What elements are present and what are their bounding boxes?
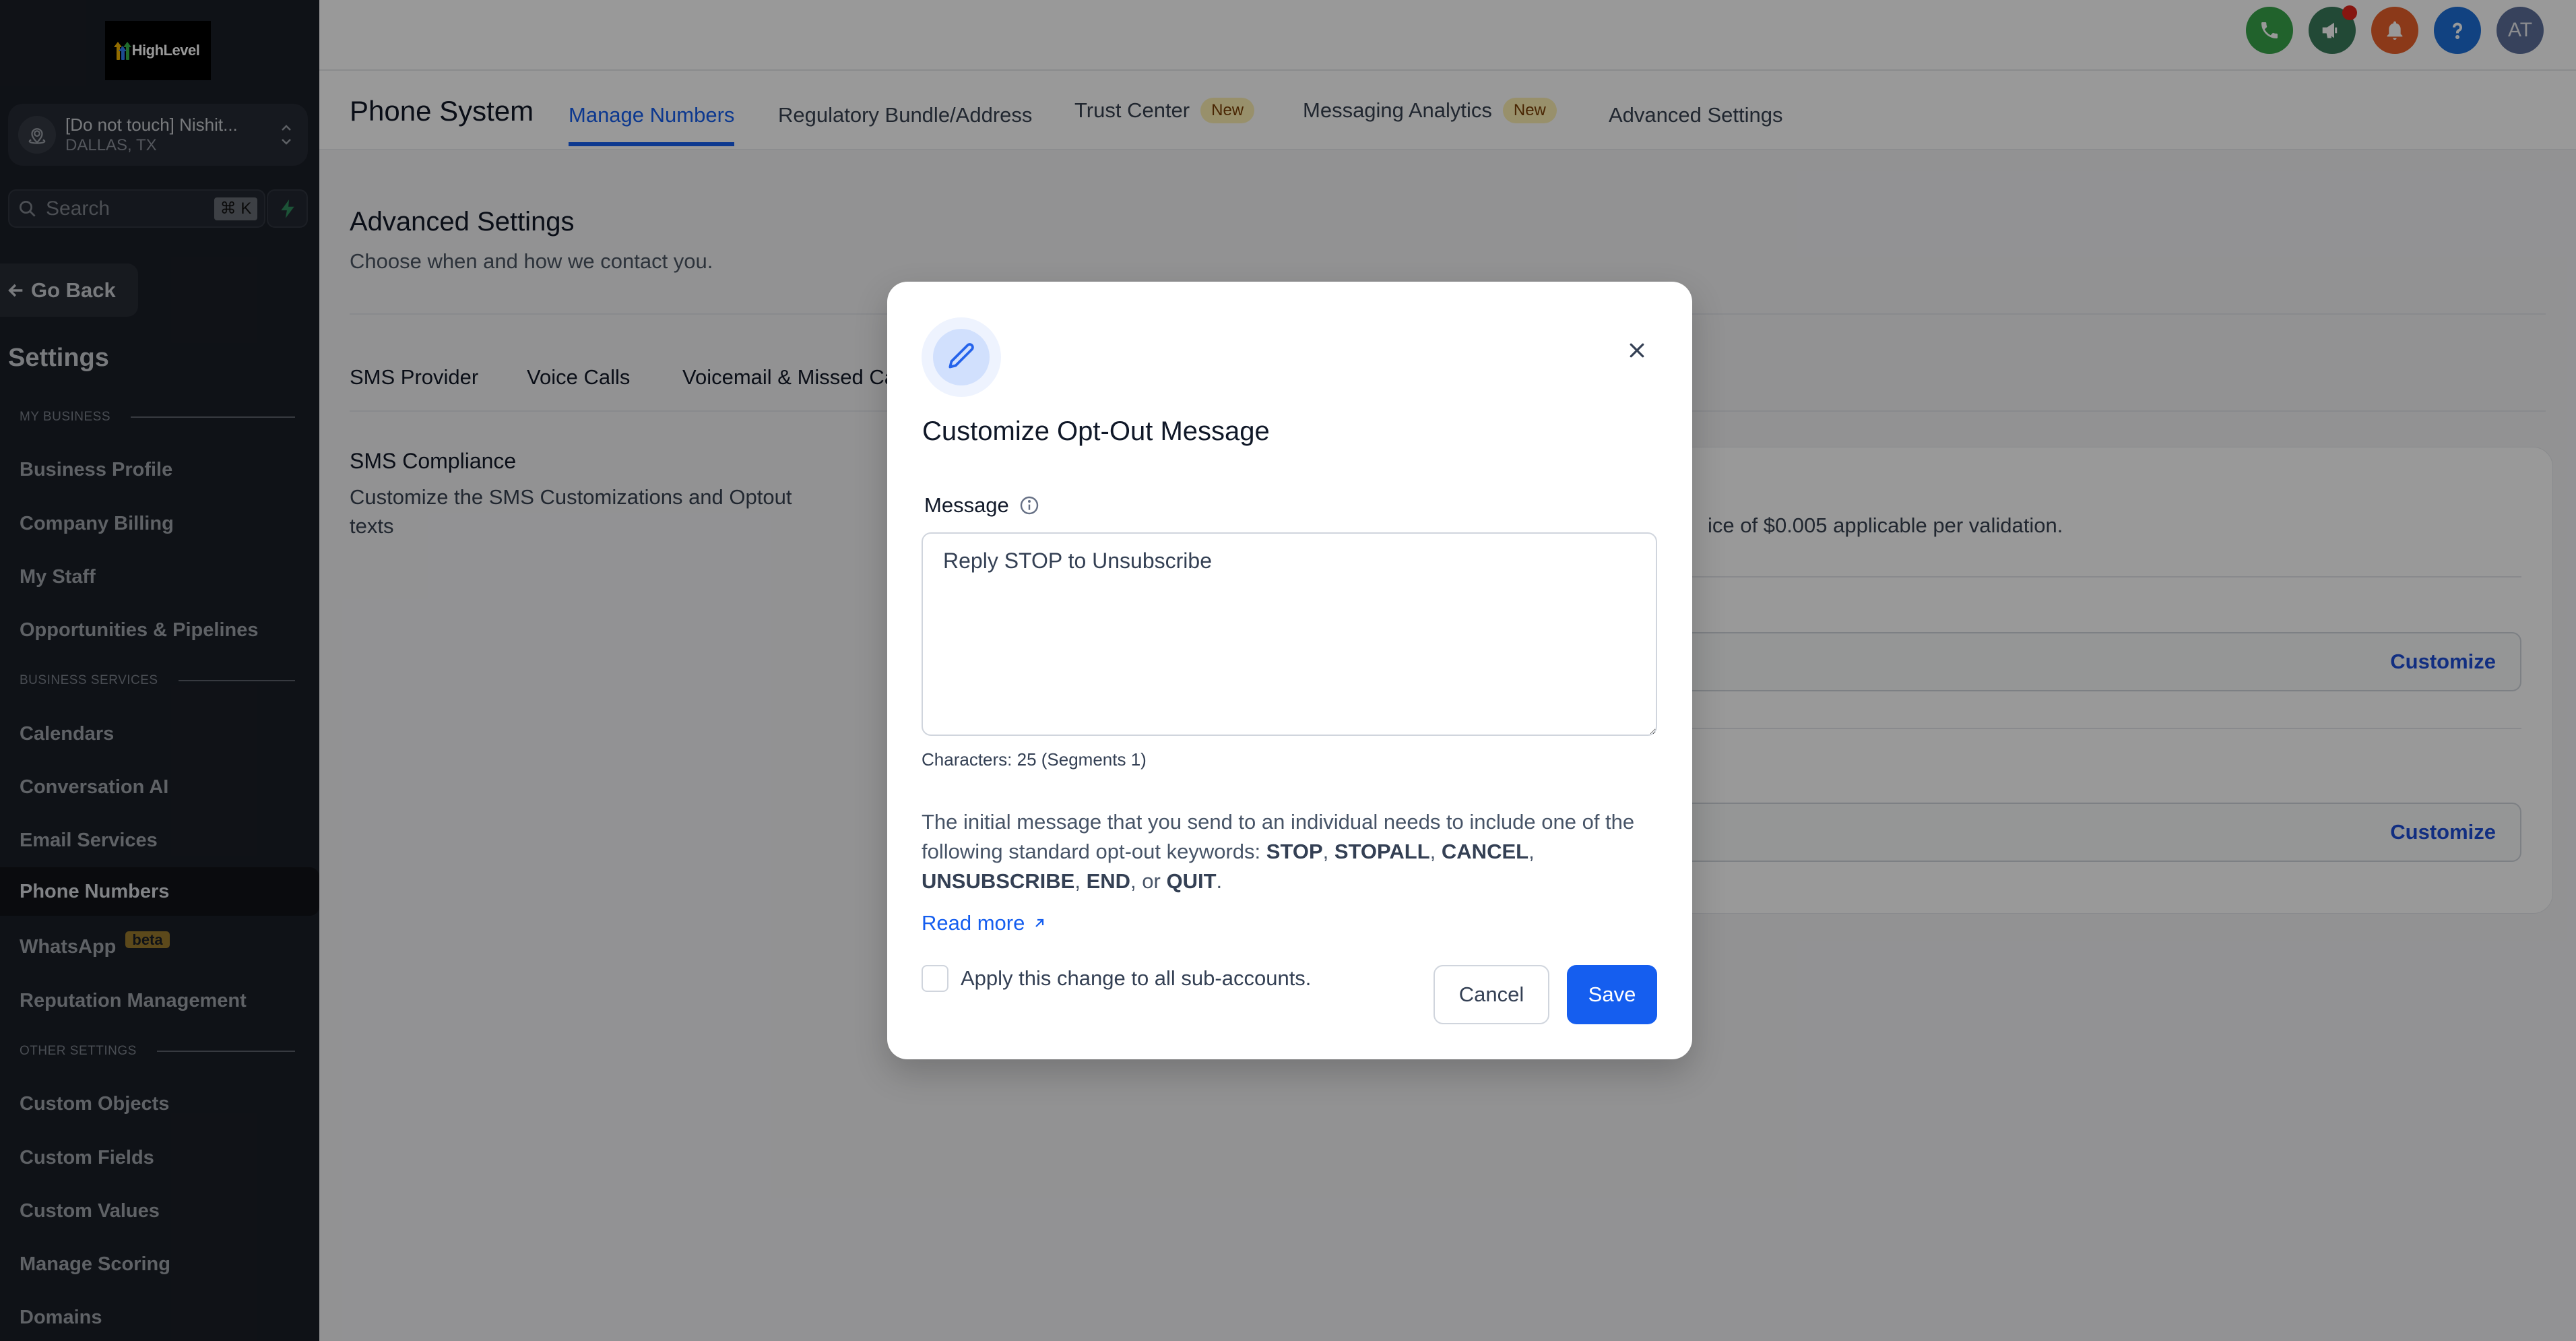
character-count: Characters: 25 (Segments 1)	[922, 749, 1147, 770]
save-button[interactable]: Save	[1567, 965, 1657, 1024]
keyword: STOP	[1266, 840, 1323, 863]
cancel-button[interactable]: Cancel	[1434, 965, 1549, 1024]
keyword: STOPALL	[1334, 840, 1430, 863]
keyword: UNSUBSCRIBE	[922, 869, 1075, 893]
modal-icon	[922, 317, 1001, 397]
close-button[interactable]	[1623, 337, 1650, 364]
keyword: CANCEL	[1441, 840, 1529, 863]
message-label: Message	[924, 493, 1040, 518]
keyword: QUIT	[1166, 869, 1217, 893]
apply-all-label: Apply this change to all sub-accounts.	[961, 966, 1312, 990]
read-more-link[interactable]: Read more	[922, 911, 1048, 935]
modal-title: Customize Opt-Out Message	[922, 416, 1270, 446]
external-link-arrow-icon	[1035, 918, 1044, 927]
opt-out-help-text: The initial message that you send to an …	[922, 810, 1635, 893]
read-more-label: Read more	[922, 911, 1025, 935]
keyword: END	[1086, 869, 1131, 893]
apply-all-subaccounts[interactable]: Apply this change to all sub-accounts.	[922, 965, 1311, 992]
close-icon	[1630, 343, 1644, 358]
message-label-text: Message	[924, 493, 1009, 517]
info-icon[interactable]	[1019, 495, 1040, 516]
customize-opt-out-modal: Customize Opt-Out Message Message Reply …	[887, 282, 1692, 1059]
pencil-icon	[948, 343, 974, 369]
apply-all-checkbox[interactable]	[922, 965, 948, 992]
message-textarea[interactable]: Reply STOP to Unsubscribe	[922, 532, 1657, 736]
